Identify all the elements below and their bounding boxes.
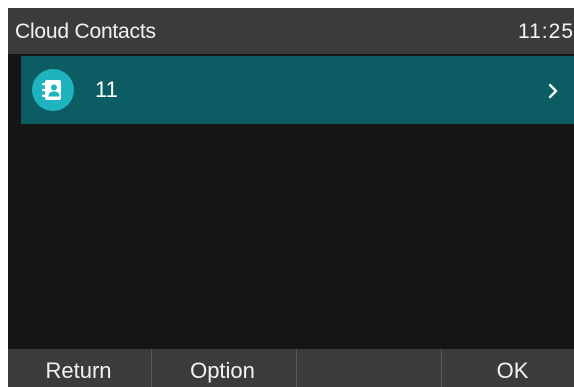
- option-softkey[interactable]: Option: [152, 349, 293, 387]
- empty-softkey[interactable]: [296, 349, 437, 387]
- phone-screen: Cloud Contacts 11:25 11 Return Option OK: [8, 8, 574, 387]
- contacts-list: 11: [21, 54, 574, 349]
- option-softkey-label: Option: [190, 358, 255, 383]
- ok-softkey[interactable]: OK: [442, 349, 574, 387]
- contacts-book-icon: [32, 69, 74, 111]
- title-bar: Cloud Contacts 11:25: [8, 8, 574, 54]
- return-softkey[interactable]: Return: [8, 349, 149, 387]
- ok-softkey-label: OK: [496, 358, 529, 383]
- return-softkey-label: Return: [45, 358, 112, 383]
- list-item-label: 11: [95, 77, 118, 102]
- clock: 11:25: [518, 20, 574, 43]
- softkey-bar: Return Option OK: [8, 349, 574, 387]
- list-item[interactable]: 11: [21, 56, 574, 124]
- chevron-right-icon: [546, 82, 560, 100]
- page-title: Cloud Contacts: [15, 20, 156, 43]
